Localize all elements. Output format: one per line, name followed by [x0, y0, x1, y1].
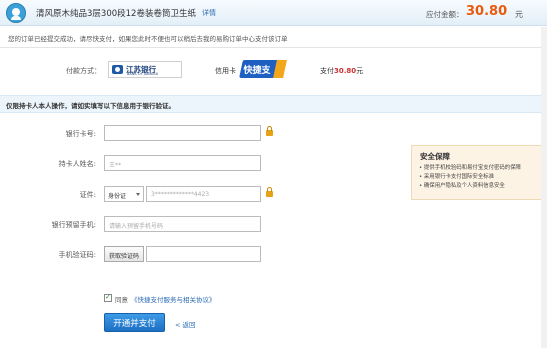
order-notice: 您的订单已经提交成功，请尽快支付，如果您此时不便也可以稍后去我的易购订单中心支付… — [8, 35, 288, 43]
id-type-select[interactable]: 身份证 — [104, 186, 144, 202]
pay-prefix: 支付 — [320, 67, 334, 75]
chevron-down-icon — [136, 193, 140, 196]
agreement-link[interactable]: 《快捷支付服务与相关协议》 — [131, 294, 216, 304]
holder-name-input[interactable]: 王** — [104, 155, 261, 171]
id-label: 证件: — [79, 191, 96, 199]
safety-item: 提供手机校验码和易付宝支付密码的保障 — [419, 164, 521, 173]
back-link[interactable]: < 返回 — [175, 319, 196, 329]
pay-amount: 30.80 — [334, 67, 357, 75]
pay-amount-text: 支付30.80元 — [320, 66, 363, 76]
agreement-checkbox[interactable] — [104, 293, 112, 302]
safety-list: 提供手机校验码和易付宝支付密码的保障 采用银行卡支付国际安全标准 确保用户隐私及… — [419, 164, 521, 191]
lock-icon — [266, 126, 273, 136]
bank-emblem-icon — [112, 65, 123, 74]
bank-logo: 江苏银行 BANK OF JIANGSU — [108, 61, 182, 78]
scrollbar[interactable] — [541, 27, 547, 348]
agreement-text: 同意 — [115, 296, 128, 304]
amount-label: 应付金额： — [426, 10, 464, 19]
id-number-input[interactable]: 3*************4423 — [146, 186, 261, 202]
card-number-label: 银行卡号: — [65, 130, 96, 138]
amount-value: 30.80 — [466, 4, 508, 19]
sms-code-input[interactable] — [146, 246, 261, 262]
lock-icon — [266, 187, 273, 197]
divider — [0, 47, 547, 48]
product-title: 清风原木纯品3层300段12卷装卷筒卫生纸 — [36, 9, 196, 19]
safety-item: 确保用户隐私及个人资料信息安全 — [419, 182, 521, 191]
quickpay-logo-text: 快捷支付 — [243, 66, 271, 89]
payment-method-label: 付款方式： — [66, 67, 101, 75]
top-bar: 清风原木纯品3层300段12卷装卷筒卫生纸 详情 应付金额： 30.80 元 — [0, 0, 547, 26]
verification-tip: 仅限持卡人本人操作，请如实填写以下信息用于银行验证。 — [0, 95, 547, 113]
card-type: 信用卡 — [215, 67, 236, 75]
verification-tip-text: 仅限持卡人本人操作，请如实填写以下信息用于银行验证。 — [6, 102, 175, 110]
bank-name-en: BANK OF JIANGSU — [127, 72, 159, 76]
amount-unit: 元 — [515, 10, 523, 19]
get-sms-code-button[interactable]: 获取验证码 — [104, 246, 144, 262]
sms-code-label: 手机验证码: — [58, 251, 96, 259]
user-avatar-icon — [6, 3, 26, 23]
card-number-input[interactable] — [104, 125, 261, 141]
open-and-pay-button[interactable]: 开通并支付 — [104, 313, 165, 332]
phone-label: 银行预留手机: — [51, 221, 96, 229]
safety-item: 采用银行卡支付国际安全标准 — [419, 173, 521, 182]
phone-input[interactable]: 请输入预留手机号码 — [104, 216, 261, 232]
quickpay-logo: 快捷支付 — [239, 60, 281, 89]
safety-panel: 安全保障 提供手机校验码和易付宝支付密码的保障 采用银行卡支付国际安全标准 确保… — [411, 145, 547, 200]
id-type-value: 身份证 — [108, 193, 127, 200]
holder-name-label: 持卡人姓名: — [58, 160, 96, 168]
pay-unit: 元 — [356, 67, 364, 75]
safety-title: 安全保障 — [420, 152, 450, 161]
detail-link[interactable]: 详情 — [202, 8, 216, 18]
